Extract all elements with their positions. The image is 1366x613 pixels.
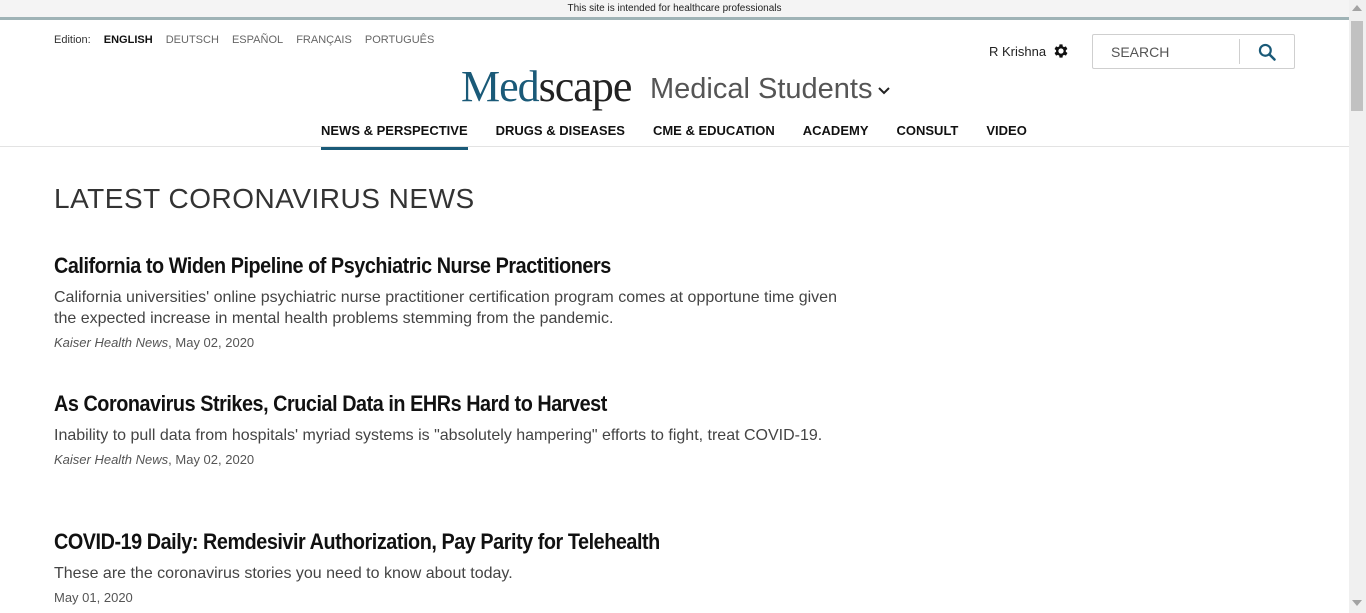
article-title-link[interactable]: As Coronavirus Strikes, Crucial Data in … bbox=[54, 390, 765, 418]
nav-video[interactable]: VIDEO bbox=[986, 123, 1026, 147]
search-icon bbox=[1258, 43, 1276, 61]
nav-academy[interactable]: ACADEMY bbox=[803, 123, 869, 147]
article-item: COVID-19 Daily: Remdesivir Authorization… bbox=[54, 528, 844, 605]
article-summary: These are the coronavirus stories you ne… bbox=[54, 565, 513, 582]
article-meta: May 01, 2020 bbox=[54, 590, 844, 605]
logo-part-scape: scape bbox=[538, 62, 633, 111]
section-title: Medical Students bbox=[650, 73, 873, 105]
nav-consult[interactable]: CONSULT bbox=[897, 123, 959, 147]
article-source: Kaiser Health News bbox=[54, 335, 169, 350]
page-heading: LATEST CORONAVIRUS NEWS bbox=[54, 183, 475, 214]
search-input[interactable] bbox=[1093, 35, 1251, 68]
article-summary: Inability to pull data from hospitals' m… bbox=[54, 427, 823, 444]
article-date: May 01, 2020 bbox=[54, 590, 133, 605]
medscape-logo[interactable]: Medscape bbox=[461, 62, 633, 112]
section-selector[interactable]: Medical Students bbox=[650, 72, 891, 106]
edition-portugues[interactable]: PORTUGUÊS bbox=[365, 34, 434, 46]
article-item: As Coronavirus Strikes, Crucial Data in … bbox=[54, 390, 844, 467]
nav-divider bbox=[0, 146, 1349, 147]
professional-notice-banner: This site is intended for healthcare pro… bbox=[0, 0, 1349, 17]
article-date: , May 02, 2020 bbox=[168, 452, 255, 467]
scroll-down-arrow-icon[interactable] bbox=[1352, 600, 1362, 606]
nav-drugs-diseases[interactable]: DRUGS & DISEASES bbox=[496, 123, 625, 147]
search-button[interactable] bbox=[1240, 35, 1294, 68]
top-accent-line bbox=[0, 17, 1349, 20]
article-meta: Kaiser Health News, May 02, 2020 bbox=[54, 335, 844, 350]
article-meta: Kaiser Health News, May 02, 2020 bbox=[54, 452, 844, 467]
article-source: Kaiser Health News bbox=[54, 452, 169, 467]
scroll-up-arrow-icon[interactable] bbox=[1352, 5, 1362, 11]
article-date: , May 02, 2020 bbox=[168, 335, 255, 350]
article-item: California to Widen Pipeline of Psychiat… bbox=[54, 252, 844, 350]
edition-deutsch[interactable]: DEUTSCH bbox=[166, 34, 219, 46]
user-menu[interactable]: R Krishna bbox=[989, 42, 1070, 60]
edition-selector: Edition: ENGLISH DEUTSCH ESPAÑOL FRANÇAI… bbox=[54, 34, 444, 46]
article-title-link[interactable]: COVID-19 Daily: Remdesivir Authorization… bbox=[54, 528, 765, 556]
article-summary: California universities' online psychiat… bbox=[54, 289, 837, 327]
edition-english[interactable]: ENGLISH bbox=[104, 34, 153, 46]
scrollbar-thumb[interactable] bbox=[1351, 21, 1363, 111]
user-name[interactable]: R Krishna bbox=[989, 44, 1046, 59]
article-title-link[interactable]: California to Widen Pipeline of Psychiat… bbox=[54, 252, 765, 280]
gear-icon[interactable] bbox=[1052, 42, 1070, 60]
nav-cme-education[interactable]: CME & EDUCATION bbox=[653, 123, 775, 147]
search-box bbox=[1092, 34, 1295, 69]
edition-espanol[interactable]: ESPAÑOL bbox=[232, 34, 283, 46]
logo-part-med: Med bbox=[461, 62, 540, 111]
edition-francais[interactable]: FRANÇAIS bbox=[296, 34, 352, 46]
chevron-down-icon bbox=[878, 86, 891, 94]
edition-label: Edition: bbox=[54, 34, 91, 46]
